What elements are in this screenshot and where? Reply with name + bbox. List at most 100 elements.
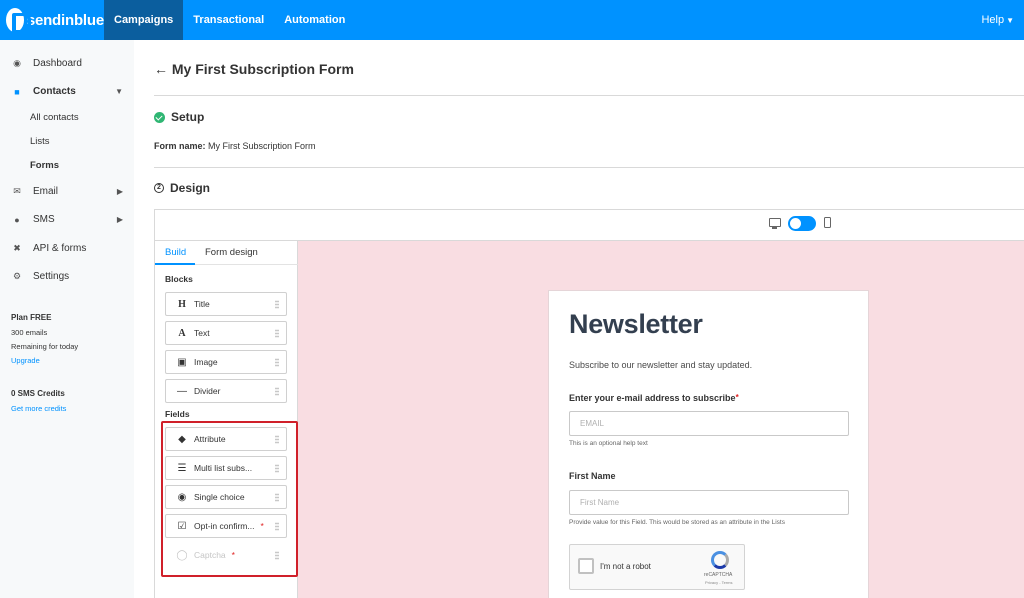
sidebar-item-dashboard[interactable]: ◉ Dashboard [11, 58, 123, 69]
contacts-icon: ■ [14, 86, 20, 97]
fields-highlight-box [161, 421, 298, 577]
drag-handle-icon[interactable] [275, 300, 279, 309]
sidebar: ◉ Dashboard ■ Contacts ▼ All contacts Li… [0, 40, 134, 598]
check-circle-icon [154, 111, 165, 123]
tab-form-design[interactable]: Form design [205, 247, 258, 258]
recaptcha-checkbox[interactable] [578, 558, 594, 574]
chevron-down-icon: ▼ [115, 87, 123, 96]
block-title[interactable]: H Title [165, 292, 287, 316]
wrench-icon: ✖ [13, 243, 21, 253]
block-image[interactable]: ▣ Image [165, 350, 287, 374]
sms-icon: ● [14, 214, 20, 225]
sendinblue-logo[interactable]: sendinblue [0, 0, 104, 40]
image-icon: ▣ [177, 356, 187, 368]
chevron-right-icon: ▶ [116, 187, 123, 196]
design-title: Design [170, 181, 211, 195]
email-label: Enter your e-mail address to subscribe* [569, 393, 739, 403]
sidebar-item-sms[interactable]: ● SMS ▶ [11, 214, 123, 225]
step-number-icon: 2 [154, 183, 164, 193]
sidebar-item-api-forms[interactable]: ✖ API & forms [11, 243, 123, 254]
device-toggle-bar [155, 210, 1024, 241]
dashboard-icon: ◉ [13, 58, 21, 68]
help-menu[interactable]: Help ▼ [981, 0, 1014, 40]
gear-icon: ⚙ [12, 271, 22, 281]
divider [154, 167, 1024, 168]
back-arrow-icon[interactable]: ← [154, 61, 168, 77]
sidebar-item-email[interactable]: ✉ Email ▶ [11, 186, 123, 197]
fields-label: Fields [165, 409, 190, 419]
main-content: ← My First Subscription Form Setup Form … [154, 40, 1024, 598]
chevron-down-icon: ▼ [1006, 16, 1014, 25]
form-card: Newsletter Subscribe to our newsletter a… [548, 290, 869, 598]
setup-title: Setup [171, 110, 205, 124]
form-name-label: Form name: [154, 141, 206, 151]
sidebar-item-label: Email [33, 186, 59, 197]
required-marker: * [735, 393, 739, 402]
recaptcha-brand: reCAPTCHA [704, 572, 733, 578]
recaptcha-widget: I'm not a robot reCAPTCHA Privacy - Term… [569, 544, 745, 590]
tab-build[interactable]: Build [165, 247, 186, 258]
chevron-right-icon: ▶ [116, 215, 123, 224]
block-label: Text [194, 328, 210, 338]
form-name-value: My First Subscription Form [208, 141, 316, 151]
plan-title: Plan FREE [11, 313, 52, 322]
desktop-icon[interactable] [769, 218, 781, 229]
sidebar-item-label: API & forms [33, 243, 87, 254]
toggle-knob [790, 218, 801, 229]
top-navigation-bar: sendinblue Campaigns Transactional Autom… [0, 0, 1024, 40]
tab-transactional[interactable]: Transactional [183, 0, 274, 40]
blocks-label: Blocks [165, 274, 193, 284]
sidebar-item-settings[interactable]: ⚙ Settings [11, 271, 123, 282]
email-input[interactable] [569, 411, 849, 436]
sms-credits: 0 SMS Credits [11, 389, 65, 398]
recaptcha-terms[interactable]: Privacy - Terms [705, 580, 732, 585]
device-toggle[interactable] [788, 216, 816, 231]
plan-emails: 300 emails [11, 328, 48, 337]
block-label: Title [194, 299, 210, 309]
tab-campaigns[interactable]: Campaigns [104, 0, 184, 40]
recaptcha-logo-icon [711, 551, 729, 569]
setup-section-title: Setup [154, 110, 204, 124]
drag-handle-icon[interactable] [275, 358, 279, 367]
first-name-input[interactable] [569, 490, 849, 515]
sidebar-subitem-all-contacts[interactable]: All contacts [30, 112, 79, 123]
heading-icon: H [178, 298, 186, 310]
first-name-label: First Name [569, 471, 616, 481]
email-label-text: Enter your e-mail address to subscribe [569, 393, 736, 403]
logo-text: sendinblue [26, 11, 104, 29]
sidebar-subitem-lists[interactable]: Lists [30, 136, 50, 147]
text-icon: A [178, 327, 186, 339]
drag-handle-icon[interactable] [275, 329, 279, 338]
recaptcha-text: I'm not a robot [600, 562, 651, 571]
upgrade-link[interactable]: Upgrade [11, 356, 40, 365]
divider-icon: — [177, 385, 187, 397]
get-more-credits-link[interactable]: Get more credits [11, 404, 66, 413]
mobile-icon[interactable] [824, 217, 831, 228]
drag-handle-icon[interactable] [275, 387, 279, 396]
plan-remaining: Remaining for today [11, 342, 79, 351]
block-text[interactable]: A Text [165, 321, 287, 345]
sidebar-item-label: SMS [33, 214, 55, 225]
tab-automation[interactable]: Automation [274, 0, 355, 40]
active-tab-indicator [155, 263, 195, 265]
block-label: Image [194, 357, 218, 367]
form-subtitle: Subscribe to our newsletter and stay upd… [569, 360, 753, 370]
sidebar-subitem-forms[interactable]: Forms [30, 160, 59, 171]
divider [154, 95, 1024, 96]
sendinblue-logo-icon [6, 8, 31, 33]
help-label: Help [981, 14, 1005, 26]
email-icon: ✉ [13, 186, 21, 196]
page-title: ← My First Subscription Form [154, 61, 354, 77]
sidebar-item-label: Contacts [33, 86, 76, 97]
block-label: Divider [194, 386, 221, 396]
first-name-help-text: Provide value for this Field. This would… [569, 519, 785, 526]
sidebar-item-label: Dashboard [33, 58, 82, 69]
block-divider[interactable]: — Divider [165, 379, 287, 403]
design-section-title: 2 Design [154, 181, 210, 195]
sidebar-item-contacts[interactable]: ■ Contacts ▼ [11, 86, 123, 97]
sidebar-item-label: Settings [33, 271, 70, 282]
form-name: Form name: My First Subscription Form [154, 141, 316, 151]
form-title: Newsletter [569, 309, 703, 339]
build-panel: Build Form design Blocks H Title A Text … [155, 241, 298, 598]
page-title-text: My First Subscription Form [171, 61, 354, 77]
